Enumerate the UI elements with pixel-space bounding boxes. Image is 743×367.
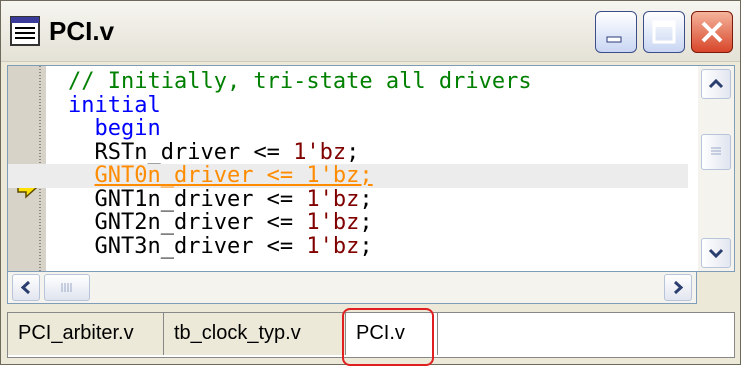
code-line[interactable]: begin bbox=[68, 117, 688, 141]
code-token: GNT0n_driver <= 1'bz; bbox=[94, 163, 373, 188]
current-code-line[interactable]: GNT0n_driver <= 1'bz; bbox=[8, 164, 688, 188]
code-line[interactable]: initial bbox=[68, 92, 688, 118]
code-token: // Initially, tri-state all drivers bbox=[68, 69, 532, 94]
maximize-button[interactable] bbox=[643, 11, 685, 53]
code-line[interactable]: RSTn_driver <= 1'bz; bbox=[68, 139, 688, 165]
horizontal-scroll-thumb[interactable] bbox=[44, 274, 90, 301]
code-token: ; bbox=[346, 139, 360, 165]
scroll-left-button[interactable] bbox=[12, 274, 40, 301]
vertical-scrollbar[interactable] bbox=[698, 66, 734, 271]
grip-icon bbox=[61, 283, 72, 292]
code-line[interactable]: GNT1n_driver <= 1'bz; bbox=[68, 186, 688, 212]
code-token: RSTn_driver <= bbox=[94, 139, 294, 165]
code-token: 1'bz bbox=[306, 210, 360, 235]
code-token: 1'bz bbox=[306, 186, 360, 212]
close-icon bbox=[701, 21, 723, 43]
grip-icon bbox=[711, 147, 721, 155]
minimize-icon bbox=[606, 36, 622, 43]
chevron-up-icon bbox=[708, 78, 724, 89]
scroll-up-button[interactable] bbox=[701, 69, 731, 99]
chevron-left-icon bbox=[20, 280, 31, 295]
code-token: initial bbox=[68, 92, 161, 118]
code-token: begin bbox=[94, 116, 161, 141]
code-token: ; bbox=[359, 233, 373, 259]
maximize-icon bbox=[652, 20, 676, 44]
code-line[interactable]: // Initially, tri-state all drivers bbox=[68, 70, 688, 94]
code-token: ; bbox=[359, 210, 373, 235]
scrollbar-corner bbox=[697, 272, 735, 304]
tab-pci-arbiter[interactable]: PCI_arbiter.v bbox=[8, 313, 164, 355]
active-tab-highlight-circle bbox=[342, 308, 434, 366]
window-title: PCI.v bbox=[49, 16, 115, 46]
code-token: ; bbox=[359, 186, 373, 212]
code-token: 1'bz bbox=[306, 233, 360, 259]
document-icon bbox=[10, 16, 40, 46]
tab-tb-clock-typ[interactable]: tb_clock_typ.v bbox=[164, 313, 346, 355]
minimize-button[interactable] bbox=[595, 11, 637, 53]
code-token: GNT2n_driver <= bbox=[94, 210, 307, 235]
code-token: GNT3n_driver <= bbox=[94, 233, 307, 259]
scroll-right-button[interactable] bbox=[664, 274, 692, 301]
chevron-right-icon bbox=[673, 280, 684, 295]
close-button[interactable] bbox=[691, 11, 733, 53]
code-line[interactable]: GNT3n_driver <= 1'bz; bbox=[68, 233, 688, 259]
code-editor[interactable]: // Initially, tri-state all drivers initi… bbox=[7, 65, 735, 272]
code-token: GNT1n_driver <= bbox=[94, 186, 307, 212]
code-token: 1'bz bbox=[293, 139, 347, 165]
scroll-down-button[interactable] bbox=[701, 238, 731, 268]
chevron-down-icon bbox=[708, 248, 724, 259]
vertical-scroll-thumb[interactable] bbox=[701, 134, 731, 170]
code-line[interactable]: GNT2n_driver <= 1'bz; bbox=[68, 211, 688, 235]
title-bar[interactable]: PCI.v bbox=[1, 1, 740, 62]
code-text[interactable]: // Initially, tri-state all drivers initi… bbox=[8, 70, 688, 259]
horizontal-scrollbar[interactable] bbox=[7, 272, 697, 304]
